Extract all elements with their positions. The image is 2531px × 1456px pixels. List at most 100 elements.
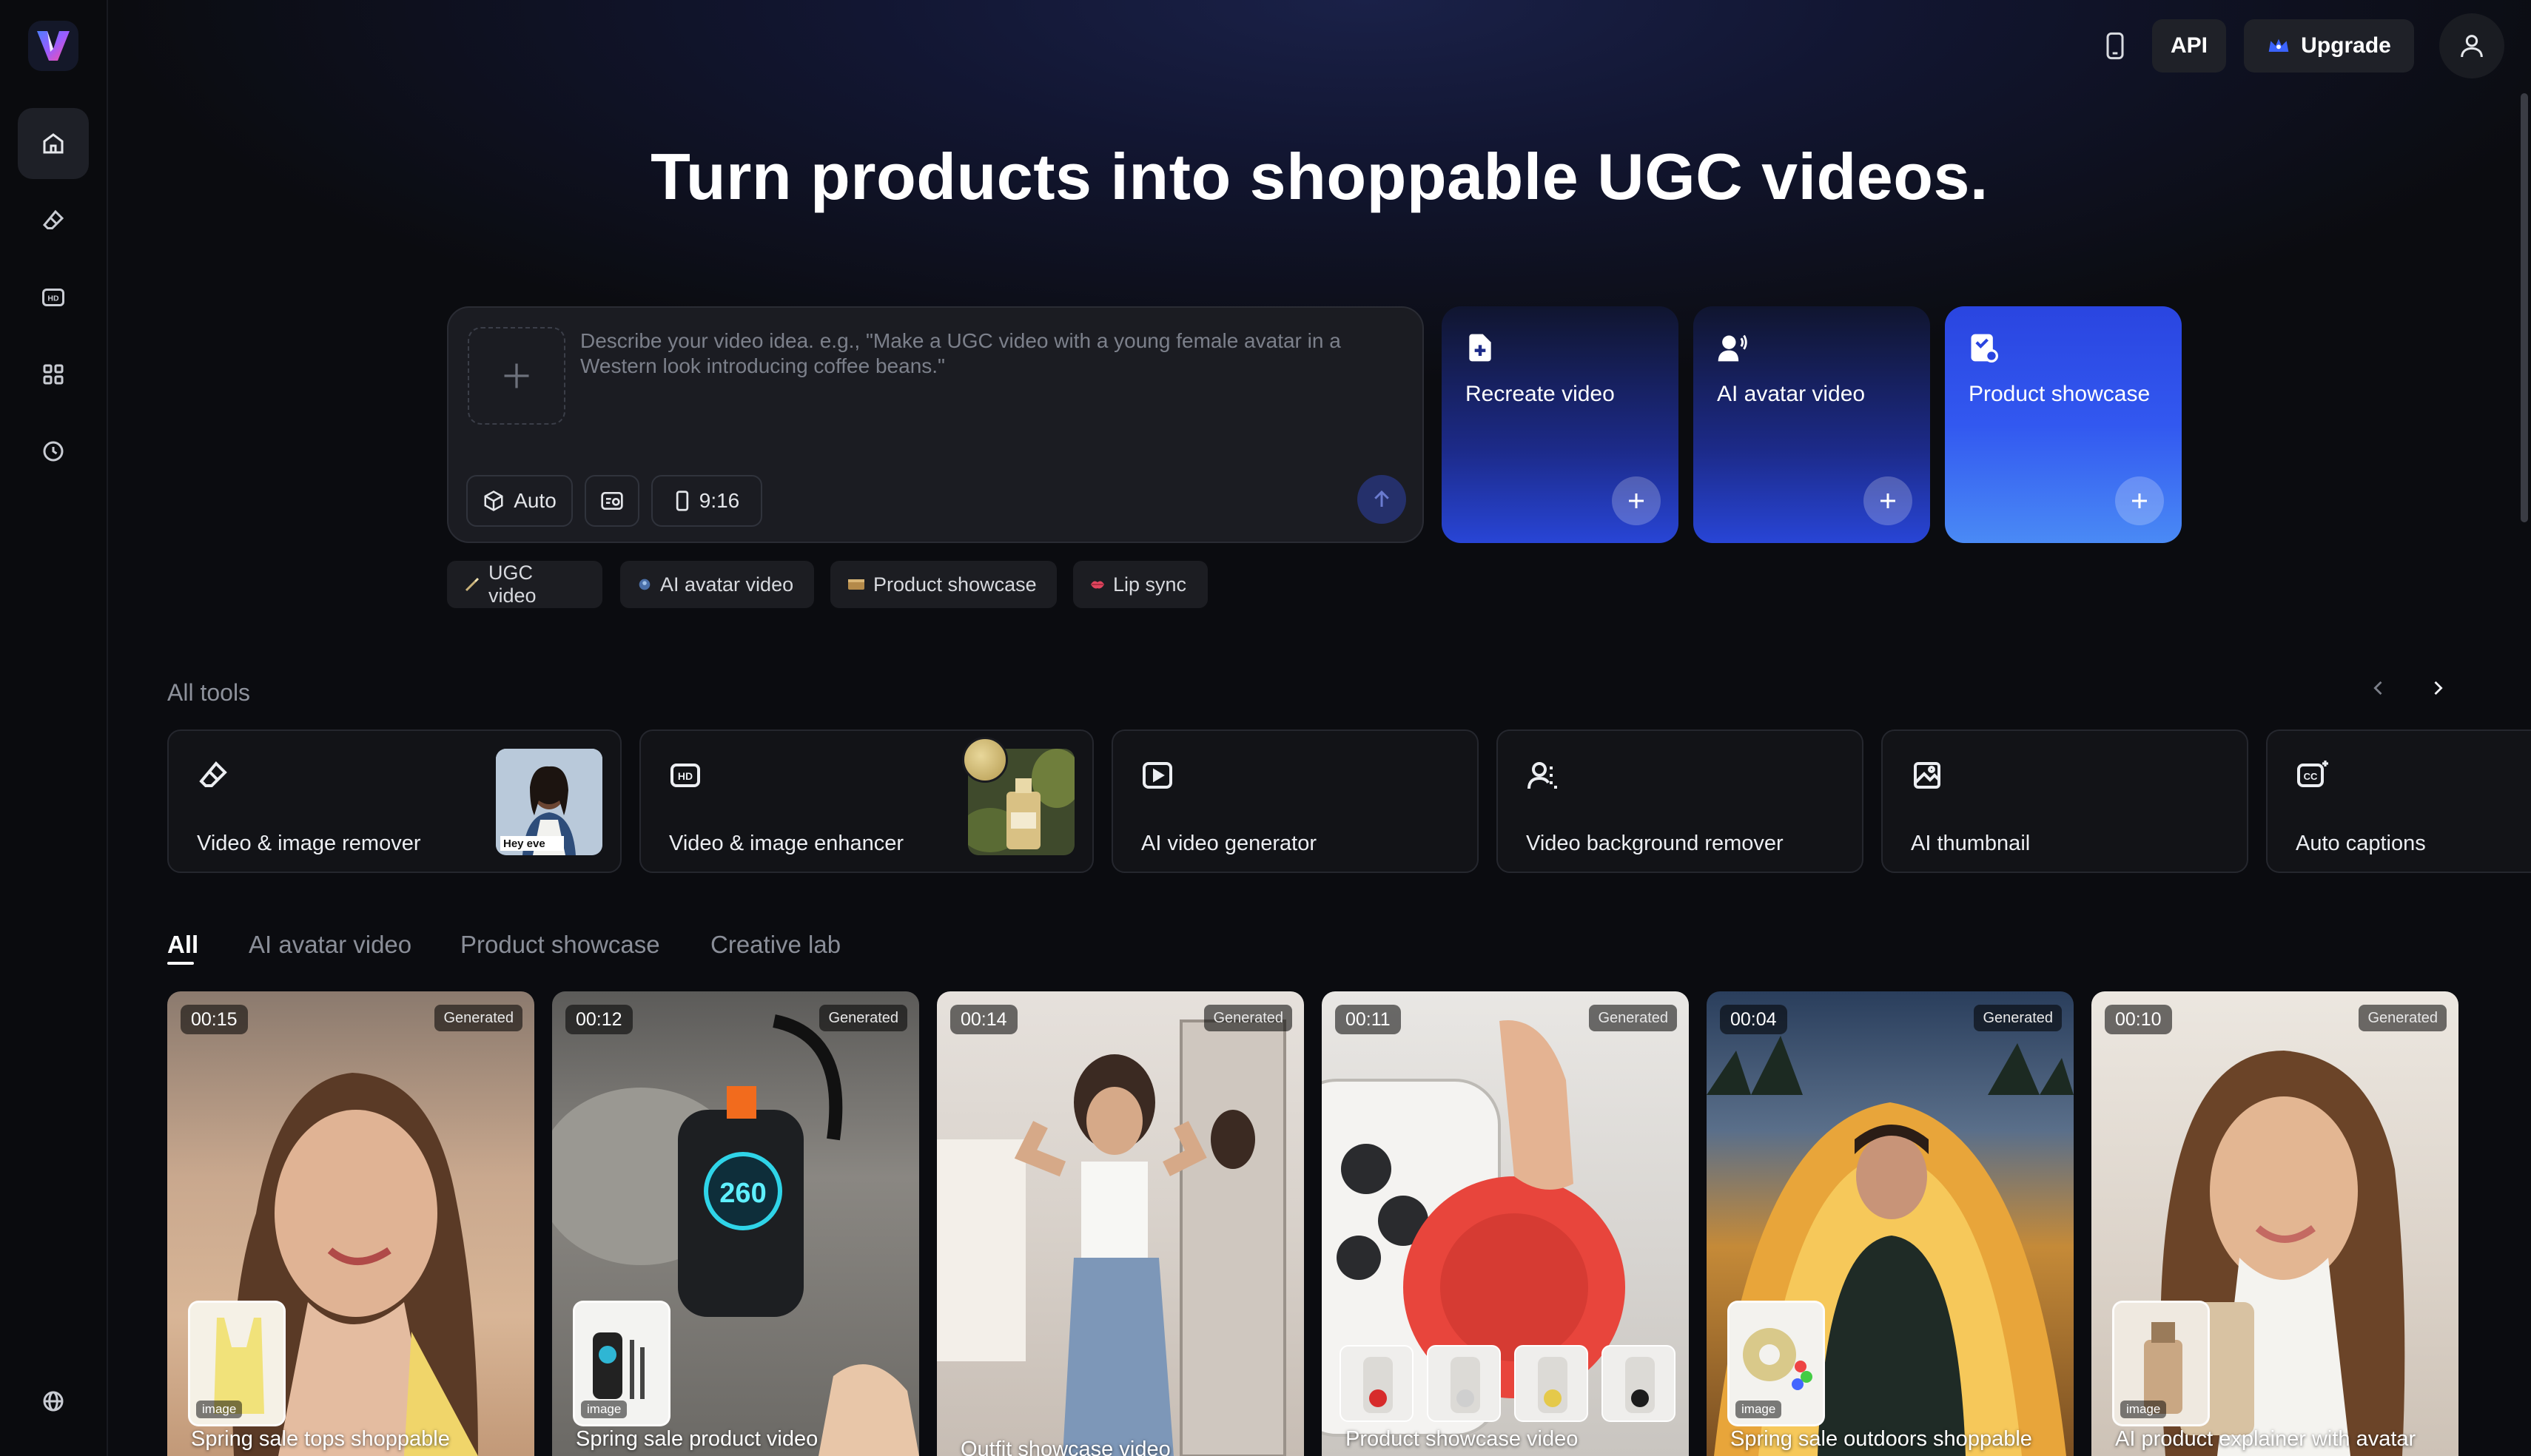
page-scrollbar[interactable] [2521, 93, 2528, 522]
ai-avatar-video-card[interactable]: AI avatar video [1693, 306, 1930, 543]
sidebar-item-apps[interactable] [18, 339, 89, 410]
api-label: API [2170, 33, 2208, 58]
avatar-icon [1718, 334, 1747, 362]
upgrade-label: Upgrade [2301, 33, 2391, 58]
image-style-icon [601, 492, 623, 510]
variant-thumbnail[interactable] [1427, 1345, 1501, 1422]
arrow-up-icon [1374, 490, 1389, 507]
sidebar-item-enhancer[interactable]: HD [18, 262, 89, 333]
box-icon [848, 579, 864, 590]
tool-label: AI video generator [1141, 832, 1317, 855]
add-button[interactable] [1863, 476, 1912, 525]
video-title: Product showcase video [1345, 1427, 1579, 1451]
enhancer-badge-image [962, 737, 1008, 783]
chip-label: AI avatar video [660, 573, 794, 596]
sidebar: HD [0, 0, 108, 1456]
prompt-input[interactable]: Describe your video idea. e.g., "Make a … [580, 328, 1379, 379]
product-thumbnail[interactable]: image [188, 1301, 286, 1426]
image-label: image [2120, 1401, 2167, 1418]
send-button[interactable] [1357, 475, 1406, 524]
duration-badge: 00:15 [181, 1005, 248, 1034]
tool-auto-captions[interactable]: CC Auto captions [2266, 729, 2531, 873]
home-icon [43, 133, 64, 154]
sidebar-item-home[interactable] [18, 108, 89, 179]
tools-next-button[interactable] [2416, 666, 2460, 710]
tab-product-showcase[interactable]: Product showcase [460, 931, 660, 959]
sidebar-item-language[interactable] [18, 1366, 89, 1437]
wand-icon [465, 577, 480, 592]
style-button[interactable] [585, 475, 639, 527]
mobile-app-button[interactable] [2094, 19, 2136, 73]
tool-video-background-remover[interactable]: Video background remover [1496, 729, 1863, 873]
svg-text:HD: HD [678, 770, 693, 782]
generated-badge: Generated [1589, 1005, 1677, 1031]
tool-ai-thumbnail[interactable]: AI thumbnail [1881, 729, 2248, 873]
tab-creative-lab[interactable]: Creative lab [710, 931, 841, 959]
eraser-icon [42, 209, 64, 229]
section-label-all-tools: All tools [167, 679, 251, 706]
chip-label: Product showcase [873, 573, 1037, 596]
video-title: Spring sale tops shoppable [191, 1427, 450, 1451]
page-title: Turn products into shoppable UGC videos. [651, 140, 1989, 213]
recreate-video-card[interactable]: Recreate video [1442, 306, 1678, 543]
chip-ugc-video[interactable]: UGC video [447, 561, 602, 608]
user-icon [2461, 35, 2483, 58]
model-select[interactable]: Auto [466, 475, 573, 527]
variant-thumbnail[interactable] [1601, 1345, 1675, 1422]
tool-ai-video-generator[interactable]: AI video generator [1112, 729, 1479, 873]
image-icon [1914, 762, 1940, 789]
api-button[interactable]: API [2152, 19, 2226, 73]
aspect-ratio-select[interactable]: 9:16 [651, 475, 762, 527]
add-media-button[interactable] [468, 327, 565, 425]
avatar-dot-icon [639, 579, 651, 590]
chip-lip-sync[interactable]: Lip sync [1073, 561, 1208, 608]
tool-thumbnail: Hey eve [496, 749, 602, 855]
tool-label: Video & image remover [197, 832, 421, 855]
gallery-card[interactable]: 00:14 Generated Outfit showcase video [937, 991, 1304, 1456]
crown-icon [2268, 38, 2289, 52]
video-title: Spring sale product video [576, 1427, 819, 1451]
svg-text:260: 260 [719, 1178, 766, 1209]
prompt-box: Describe your video idea. e.g., "Make a … [447, 306, 1424, 543]
gallery-card[interactable]: 00:10 Generated image AI product explain… [2091, 991, 2458, 1456]
video-title: AI product explainer with avatar [2115, 1427, 2416, 1451]
variant-thumbnail[interactable] [1514, 1345, 1588, 1422]
tool-video-image-enhancer[interactable]: HD Video & image enhancer [639, 729, 1094, 873]
generated-badge: Generated [434, 1005, 522, 1031]
generated-badge: Generated [2359, 1005, 2447, 1031]
eraser-icon [199, 761, 227, 787]
chip-ai-avatar-video[interactable]: AI avatar video [620, 561, 814, 608]
product-thumbnail[interactable]: image [2112, 1301, 2210, 1426]
chip-product-showcase[interactable]: Product showcase [830, 561, 1057, 608]
lips-icon [1091, 581, 1104, 589]
sidebar-item-history[interactable] [18, 416, 89, 487]
generated-badge: Generated [1974, 1005, 2062, 1031]
video-title: Outfit showcase video [961, 1438, 1171, 1456]
plus-icon [1880, 493, 1895, 508]
play-video-icon [1143, 762, 1172, 789]
user-avatar[interactable] [2439, 13, 2504, 78]
logo-icon [37, 31, 70, 61]
card-label: Product showcase [1969, 382, 2151, 406]
tool-video-image-remover[interactable]: Video & image remover Hey eve [167, 729, 622, 873]
video-title: Spring sale outdoors shoppable [1730, 1427, 2032, 1451]
tab-ai-avatar-video[interactable]: AI avatar video [249, 931, 411, 959]
sidebar-item-remover[interactable] [18, 185, 89, 256]
add-button[interactable] [2115, 476, 2164, 525]
tools-prev-button[interactable] [2356, 666, 2401, 710]
variant-thumbnail[interactable] [1340, 1345, 1414, 1422]
duration-badge: 00:11 [1335, 1005, 1401, 1034]
gallery-card[interactable]: 00:04 Generated image Spring sale outdoo… [1707, 991, 2074, 1456]
add-button[interactable] [1612, 476, 1661, 525]
product-showcase-card[interactable]: Product showcase [1945, 306, 2182, 543]
tab-all[interactable]: All [167, 931, 198, 959]
app-logo[interactable] [28, 21, 78, 71]
gallery-card[interactable]: 00:11 Generated Product showcase video [1322, 991, 1689, 1456]
card-label: AI avatar video [1717, 382, 1866, 406]
gallery-card[interactable]: 00:15 Generated image Spring sale tops s… [167, 991, 534, 1456]
product-thumbnail[interactable]: image [573, 1301, 670, 1426]
chevron-right-icon [2434, 681, 2443, 695]
gallery-card[interactable]: 260 00:12 Generated image Spring sale pr… [552, 991, 919, 1456]
upgrade-button[interactable]: Upgrade [2244, 19, 2414, 73]
product-thumbnail[interactable]: image [1727, 1301, 1825, 1426]
